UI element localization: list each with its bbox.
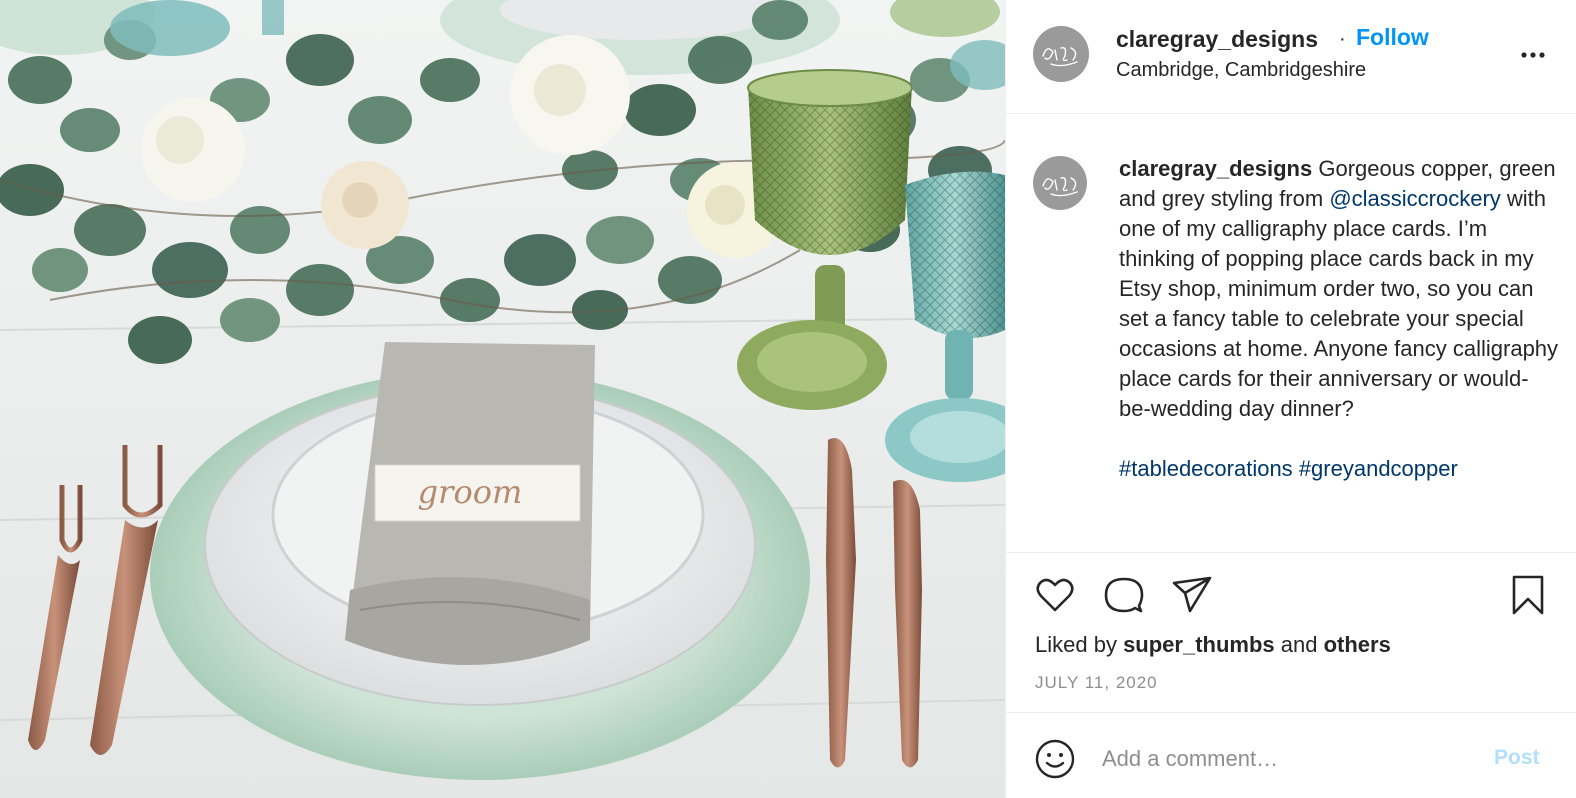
bookmark-icon[interactable]	[1506, 573, 1550, 617]
location-link[interactable]: Cambridge, Cambridgeshire	[1116, 59, 1366, 82]
post-photo[interactable]: groom	[0, 0, 1005, 798]
emoji-icon[interactable]	[1033, 737, 1077, 781]
comment-form: Post	[1006, 713, 1576, 798]
hashtag-link[interactable]: #tabledecorations	[1119, 456, 1293, 481]
username-link[interactable]: claregray_designs	[1116, 26, 1318, 53]
comment-icon[interactable]	[1102, 573, 1146, 617]
caption-section: claregray_designs Gorgeous copper, green…	[1006, 114, 1576, 553]
comment-input[interactable]	[1102, 741, 1482, 777]
caption-body-2: with one of my calligraphy place cards. …	[1119, 186, 1559, 421]
place-card-text: groom	[418, 473, 523, 511]
table-setting-image: groom	[0, 0, 1005, 798]
liked-by-user-link[interactable]: super_thumbs	[1123, 632, 1275, 657]
hashtag-link[interactable]: #greyandcopper	[1299, 456, 1458, 481]
post-details-panel: claregray_designs · Follow Cambridge, Ca…	[1005, 0, 1576, 798]
signature-logo-icon	[1042, 46, 1078, 67]
caption-username-link[interactable]: claregray_designs	[1119, 156, 1312, 181]
avatar[interactable]	[1033, 26, 1089, 82]
post-header: claregray_designs · Follow Cambridge, Ca…	[1006, 0, 1576, 114]
follow-button[interactable]: Follow	[1356, 24, 1429, 51]
ellipsis-icon[interactable]	[1518, 40, 1548, 70]
post-date[interactable]: JULY 11, 2020	[1035, 673, 1158, 693]
post-comment-button[interactable]: Post	[1494, 746, 1540, 770]
liked-by-text: Liked by super_thumbs and others	[1035, 632, 1391, 657]
caption-avatar[interactable]	[1033, 156, 1087, 210]
signature-logo-icon	[1042, 176, 1078, 197]
heart-icon[interactable]	[1033, 573, 1077, 617]
mention-link[interactable]: @classiccrockery	[1329, 186, 1500, 211]
caption-text: claregray_designs Gorgeous copper, green…	[1119, 154, 1559, 484]
separator-dot: ·	[1339, 28, 1346, 50]
share-icon[interactable]	[1170, 573, 1214, 617]
actions-section: Liked by super_thumbs and others JULY 11…	[1006, 553, 1576, 713]
liked-by-others-link[interactable]: others	[1324, 632, 1391, 657]
